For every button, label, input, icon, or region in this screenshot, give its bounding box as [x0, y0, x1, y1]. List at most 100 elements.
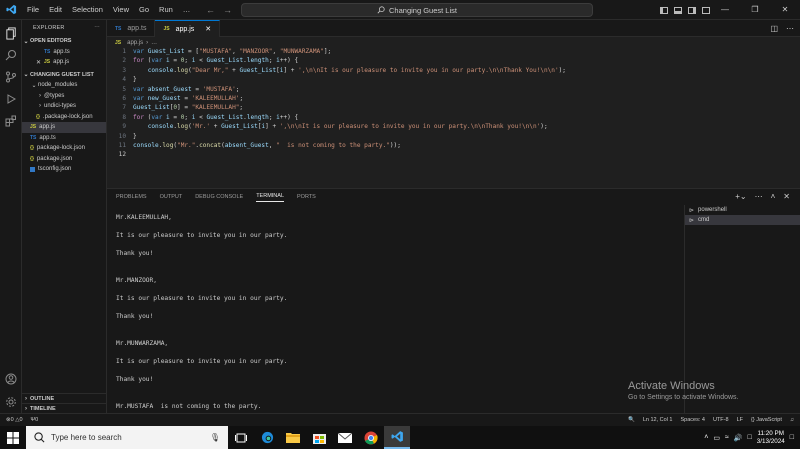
zoom-icon[interactable]: 🔍 — [628, 417, 635, 423]
taskbar-search-box[interactable]: Type here to search 🎙 — [26, 426, 228, 449]
terminal-item-cmd[interactable]: ⊳ cmd — [685, 215, 800, 225]
tree-item[interactable]: {} package.json — [22, 154, 106, 165]
code-line[interactable]: 4} — [107, 75, 800, 84]
tree-item[interactable]: › undici-types — [22, 101, 106, 112]
ime-icon[interactable]: □ — [748, 434, 752, 441]
tab-terminal[interactable]: TERMINAL — [256, 193, 284, 202]
toggle-secondary-sidebar-icon[interactable] — [688, 6, 696, 14]
tree-item[interactable]: tsconfig.json — [22, 164, 106, 175]
tree-item[interactable]: › @types — [22, 91, 106, 102]
tree-item[interactable]: {} package-lock.json — [22, 143, 106, 154]
project-section[interactable]: ⌄ CHANGING GUEST LIST — [22, 70, 106, 81]
close-icon[interactable]: ✕ — [783, 192, 790, 201]
chevron-up-icon[interactable]: ˄ — [704, 434, 708, 441]
more-actions-icon[interactable]: ⋯ — [94, 25, 100, 31]
problems-status[interactable]: ⊗0 △0 — [6, 417, 23, 423]
code-line[interactable]: 7 Guest_List[0] = "KALEEMULLAH"; — [107, 103, 800, 112]
menu-view[interactable]: View — [108, 0, 134, 20]
more-actions-icon[interactable]: ⋯ — [755, 192, 763, 201]
code-line[interactable]: 9 console.log('Mr.' + Guest_List[i] + ',… — [107, 122, 800, 131]
tree-item[interactable]: JS app.js — [22, 122, 106, 133]
code-line[interactable]: 2 for (var i = 0; i < Guest_List.length; … — [107, 56, 800, 65]
code-line[interactable]: 6 var new_Guest = 'KALEEMULLAH'; — [107, 94, 800, 103]
menu-more[interactable]: … — [178, 0, 196, 20]
notifications-icon[interactable]: □ — [790, 434, 794, 441]
code-editor[interactable]: 1 var Guest_List = ["MUSTAFA", "MANZOOR",… — [107, 47, 800, 187]
toggle-sidebar-icon[interactable] — [660, 6, 668, 14]
timeline-section[interactable]: › TIMELINE — [22, 403, 107, 413]
minimize-icon[interactable]: — — [710, 0, 740, 20]
cursor-position[interactable]: Ln 12, Col 1 — [643, 417, 673, 423]
code-line[interactable]: 5 var absent_Guest = 'MUSTAFA'; — [107, 85, 800, 94]
close-icon[interactable]: ✕ — [205, 25, 211, 33]
network-icon[interactable]: ≈ — [725, 434, 729, 441]
customize-layout-icon[interactable] — [702, 6, 710, 14]
volume-icon[interactable]: 🔊 — [734, 434, 743, 442]
vscode-taskbar-icon[interactable] — [384, 426, 410, 449]
open-editors-section[interactable]: ⌄ OPEN EDITORS — [22, 36, 106, 47]
menu-run[interactable]: Run — [154, 0, 178, 20]
terminal-item-powershell[interactable]: ⊳ powershell — [685, 205, 800, 215]
menu-file[interactable]: File — [22, 0, 44, 20]
file-explorer-icon[interactable] — [280, 426, 306, 449]
outline-section[interactable]: › OUTLINE — [22, 393, 107, 403]
breadcrumb-item[interactable]: … — [151, 40, 157, 46]
edge-browser-icon[interactable] — [254, 426, 280, 449]
close-icon[interactable]: ✕ — [770, 0, 800, 20]
mail-icon[interactable] — [332, 426, 358, 449]
chevron-up-icon[interactable]: ˄ — [771, 192, 776, 201]
forward-arrow-icon[interactable]: → — [223, 5, 232, 15]
battery-icon[interactable]: ▭ — [713, 434, 720, 442]
indentation[interactable]: Spaces: 4 — [681, 417, 705, 423]
open-editor-item[interactable]: TS app.ts — [22, 47, 106, 58]
clock[interactable]: 11:20 PM 3/13/2024 — [757, 430, 785, 446]
extensions-icon[interactable] — [4, 114, 18, 128]
tab-ports[interactable]: PORTS — [297, 194, 316, 200]
code-line[interactable]: 11 console.log("Mr.".concat(absent_Guest,… — [107, 141, 800, 150]
tree-item[interactable]: ⌄ node_modules — [22, 80, 106, 91]
notifications-bell-icon[interactable]: ♫ — [790, 417, 794, 423]
restore-icon[interactable]: ❐ — [740, 0, 770, 20]
chrome-icon[interactable] — [358, 426, 384, 449]
language-mode[interactable]: {} JavaScript — [751, 417, 782, 423]
code-line[interactable]: 10} — [107, 132, 800, 141]
ports-status[interactable]: Ψ0 — [31, 417, 39, 423]
back-arrow-icon[interactable]: ← — [206, 5, 215, 15]
menu-go[interactable]: Go — [134, 0, 154, 20]
terminal-output[interactable]: Mr.KALEEMULLAH, It is our pleasure to inv… — [116, 213, 676, 411]
more-actions-icon[interactable]: ⋯ — [786, 24, 794, 33]
end-of-line[interactable]: LF — [737, 417, 743, 423]
task-view-icon[interactable] — [228, 426, 254, 449]
encoding[interactable]: UTF-8 — [713, 417, 729, 423]
tab-app-ts[interactable]: TS app.ts — [107, 20, 156, 37]
command-center[interactable]: Changing Guest List — [241, 3, 593, 17]
source-control-icon[interactable] — [4, 70, 18, 84]
settings-gear-icon[interactable] — [4, 395, 18, 409]
tree-item[interactable]: {} .package-lock.json — [22, 112, 106, 123]
code-line[interactable]: 8 for (var i = 0; i < Guest_List.length; … — [107, 113, 800, 122]
toggle-panel-icon[interactable] — [674, 6, 682, 14]
new-terminal-icon[interactable]: +⌄ — [735, 192, 746, 201]
tab-problems[interactable]: PROBLEMS — [116, 194, 147, 200]
open-editor-item[interactable]: ✕ JS app.js — [22, 57, 106, 68]
search-icon[interactable] — [4, 48, 18, 62]
tree-item[interactable]: TS app.ts — [22, 133, 106, 144]
menu-edit[interactable]: Edit — [44, 0, 67, 20]
run-debug-icon[interactable] — [4, 92, 18, 106]
split-editor-icon[interactable]: ◫ — [770, 24, 778, 33]
account-icon[interactable] — [4, 372, 18, 386]
menu-selection[interactable]: Selection — [67, 0, 108, 20]
breadcrumb-item[interactable]: app.js — [127, 40, 143, 46]
close-icon[interactable]: ✕ — [36, 59, 41, 66]
windows-start-icon[interactable] — [0, 426, 26, 449]
code-line[interactable]: 3 console.log("Dear Mr," + Guest_List[i]… — [107, 66, 800, 75]
microsoft-store-icon[interactable] — [306, 426, 332, 449]
tab-debug-console[interactable]: DEBUG CONSOLE — [195, 194, 243, 200]
chevron-down-icon: ⌄ — [23, 72, 29, 79]
code-line[interactable]: 12 — [107, 150, 800, 159]
microphone-icon[interactable]: 🎙 — [210, 433, 220, 442]
tab-output[interactable]: OUTPUT — [160, 194, 183, 200]
code-line[interactable]: 1 var Guest_List = ["MUSTAFA", "MANZOOR",… — [107, 47, 800, 56]
tab-app-js[interactable]: JS app.js ✕ — [155, 20, 221, 37]
explorer-icon[interactable] — [4, 26, 18, 40]
